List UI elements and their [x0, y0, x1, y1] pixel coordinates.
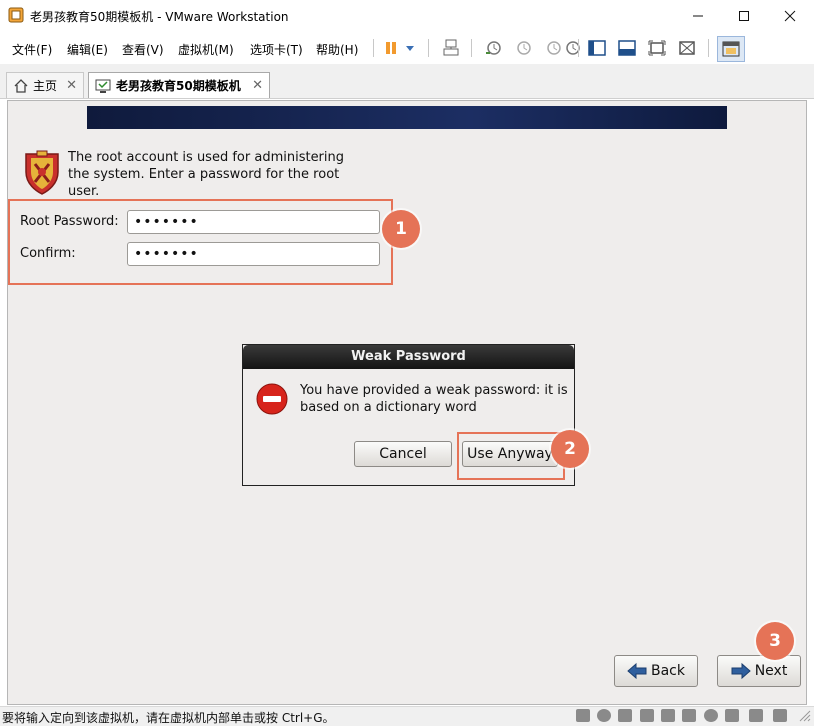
- menu-tabs[interactable]: 选项卡(T): [250, 41, 303, 58]
- step-marker-1: 1: [382, 210, 420, 248]
- display-icon[interactable]: [725, 709, 739, 722]
- use-anyway-button[interactable]: Use Anyway: [462, 441, 558, 467]
- maximize-button[interactable]: [721, 0, 767, 32]
- step-marker-2: 2: [551, 430, 589, 468]
- status-text: 要将输入定向到该虚拟机，请在虚拟机内部单击或按 Ctrl+G。: [2, 711, 335, 725]
- menu-file[interactable]: 文件(F): [12, 41, 52, 58]
- minimize-icon: [693, 15, 703, 17]
- back-button[interactable]: Back: [614, 655, 698, 687]
- pause-icon[interactable]: [381, 38, 401, 58]
- dropdown-arrow-icon[interactable]: [403, 38, 417, 58]
- close-icon: [784, 10, 796, 22]
- snapshot-icon[interactable]: [563, 38, 583, 58]
- hard-disk-icon[interactable]: [576, 709, 590, 722]
- resize-grip-icon[interactable]: [797, 708, 811, 722]
- cd-dvd-icon[interactable]: [597, 709, 611, 722]
- message-log-icon[interactable]: [749, 709, 763, 722]
- tab-home[interactable]: 主页 ✕: [6, 72, 84, 98]
- menu-vm[interactable]: 虚拟机(M): [178, 41, 234, 58]
- tab-vm-label: 老男孩教育50期模板机: [116, 79, 241, 93]
- snapshot-manager-icon[interactable]: [543, 38, 563, 58]
- sidebar-toggle-icon[interactable]: [587, 38, 607, 58]
- network-adapter-icon[interactable]: [640, 709, 654, 722]
- toolbar-separator: [471, 39, 472, 57]
- next-button[interactable]: Next: [717, 655, 801, 687]
- toolbar-separator: [578, 39, 579, 57]
- toolbar-separator: [428, 39, 429, 57]
- close-tab-icon[interactable]: ✕: [252, 78, 263, 93]
- next-arrow-icon: [731, 662, 751, 680]
- dialog-message: You have provided a weak password: it is…: [300, 383, 568, 415]
- printer-icon[interactable]: [704, 709, 718, 722]
- sound-card-icon[interactable]: [682, 709, 696, 722]
- root-intro-text: The root account is used for administeri…: [68, 150, 345, 199]
- close-tab-icon[interactable]: ✕: [66, 78, 77, 93]
- full-screen-toggle-icon[interactable]: [773, 709, 787, 722]
- menu-view[interactable]: 查看(V): [122, 41, 164, 58]
- menu-help[interactable]: 帮助(H): [316, 41, 358, 58]
- menu-edit[interactable]: 编辑(E): [67, 41, 108, 58]
- close-button[interactable]: [767, 0, 813, 32]
- tab-home-label: 主页: [33, 79, 58, 93]
- vm-icon: [95, 79, 111, 93]
- next-label: Next: [754, 663, 788, 679]
- floppy-icon[interactable]: [618, 709, 632, 722]
- installer-banner: [87, 106, 727, 129]
- thumbnail-view-icon[interactable]: [717, 36, 745, 62]
- snapshot-take-icon[interactable]: [483, 38, 503, 58]
- home-icon: [14, 78, 28, 93]
- root-password-input[interactable]: [127, 210, 380, 234]
- fullscreen-icon[interactable]: [647, 38, 667, 58]
- snapshot-revert-icon[interactable]: [513, 38, 533, 58]
- cancel-button[interactable]: Cancel: [354, 441, 452, 467]
- root-shield-icon: [22, 150, 62, 196]
- tab-vm[interactable]: 老男孩教育50期模板机 ✕: [88, 72, 270, 98]
- maximize-icon: [739, 11, 749, 21]
- step-marker-3: 3: [756, 622, 794, 660]
- toolbar-separator: [708, 39, 709, 57]
- toolbar-separator: [373, 39, 374, 57]
- vmware-app-icon: [8, 7, 24, 23]
- error-icon: [256, 383, 288, 415]
- back-arrow-icon: [627, 662, 647, 680]
- back-label: Back: [651, 663, 685, 679]
- unity-icon[interactable]: [677, 38, 697, 58]
- minimize-button[interactable]: [675, 0, 721, 32]
- send-ctrl-alt-del-icon[interactable]: [441, 38, 461, 58]
- confirm-password-input[interactable]: [127, 242, 380, 266]
- console-view-icon[interactable]: [617, 38, 637, 58]
- window-title: 老男孩教育50期模板机 - VMware Workstation: [30, 10, 289, 24]
- confirm-label: Confirm:: [20, 246, 76, 261]
- usb-icon[interactable]: [661, 709, 675, 722]
- dialog-title: Weak Password: [351, 349, 466, 364]
- root-password-label: Root Password:: [20, 214, 119, 229]
